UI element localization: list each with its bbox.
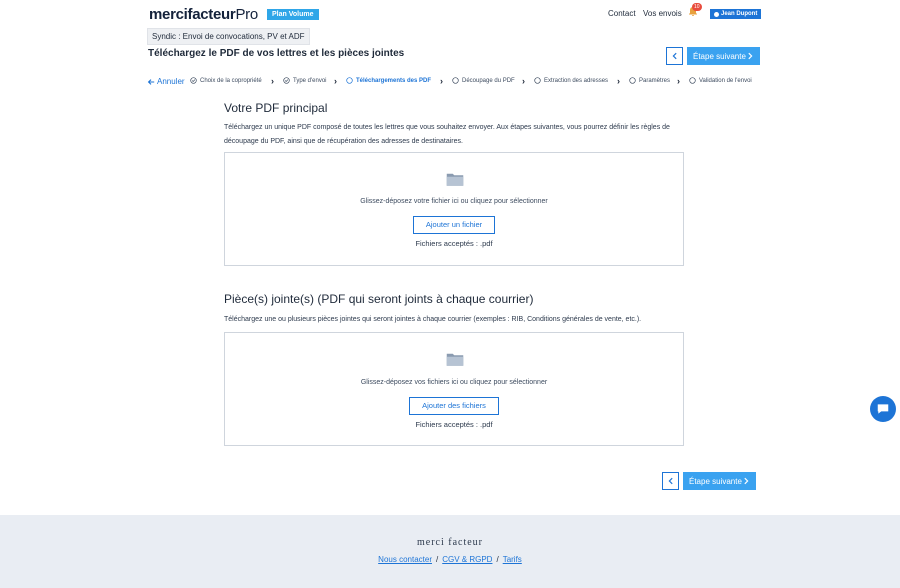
circle-icon — [534, 77, 541, 84]
previous-step-button-bottom[interactable] — [662, 472, 679, 490]
footer-logo[interactable]: merci facteur — [0, 537, 900, 548]
logo-suffix: Pro — [235, 6, 258, 23]
step-chevron-icon: › — [677, 76, 680, 86]
attachments-title: Pièce(s) jointe(s) (PDF qui seront joint… — [224, 292, 534, 306]
chevron-left-icon — [668, 477, 673, 485]
step-label: Choix de la copropriété — [200, 77, 262, 84]
main-pdf-title: Votre PDF principal — [224, 101, 328, 115]
circle-icon — [629, 77, 636, 84]
main-pdf-dropzone[interactable]: Glissez-déposez votre fichier ici ou cli… — [224, 152, 684, 266]
step-chevron-icon: › — [440, 76, 443, 86]
step-1[interactable]: Choix de la copropriété — [190, 77, 262, 84]
user-menu[interactable]: Jean Dupont — [710, 9, 762, 19]
next-step-button-bottom[interactable]: Étape suivante — [683, 472, 756, 490]
chat-bubble-icon — [877, 404, 889, 414]
circle-icon — [452, 77, 459, 84]
step-chevron-icon: › — [271, 76, 274, 86]
arrow-left-icon — [147, 78, 155, 85]
chevron-right-icon — [744, 477, 749, 485]
circle-icon — [346, 77, 353, 84]
check-circle-icon — [190, 77, 197, 84]
footer-contact-link[interactable]: Nous contacter — [378, 555, 432, 564]
step-label: Extraction des adresses — [544, 77, 609, 84]
check-circle-icon — [283, 77, 290, 84]
cancel-link[interactable]: Annuler — [147, 77, 185, 86]
step-label: Validation de l'envoi — [699, 77, 752, 84]
step-label: Type d'envoi — [293, 77, 327, 84]
footer-separator: / — [435, 555, 439, 564]
folder-icon — [446, 173, 464, 186]
circle-icon — [689, 77, 696, 84]
add-file-button[interactable]: Ajouter un fichier — [413, 216, 495, 234]
main-pdf-drop-text: Glissez-déposez votre fichier ici ou cli… — [360, 198, 548, 205]
step-5[interactable]: Extraction des adresses — [534, 77, 608, 84]
attachments-drop-text: Glissez-déposez vos fichiers ici ou cliq… — [360, 379, 548, 386]
footer-cgv-link[interactable]: CGV & RGPD — [442, 555, 492, 564]
notification-count: 10 — [692, 3, 702, 11]
logo[interactable]: mercifacteurPro — [149, 6, 258, 23]
attachments-dropzone[interactable]: Glissez-déposez vos fichiers ici ou cliq… — [224, 332, 684, 446]
cancel-label: Annuler — [157, 77, 185, 86]
attachments-accepted-types: Fichiers acceptés : .pdf — [415, 420, 493, 429]
user-icon — [714, 11, 719, 17]
step-3[interactable]: Téléchargements des PDF — [346, 77, 431, 84]
logo-main: mercifacteur — [149, 6, 236, 23]
main-pdf-description: Téléchargez un unique PDF composé de tou… — [224, 124, 670, 145]
folder-icon — [446, 353, 464, 366]
user-name: Jean Dupont — [721, 11, 758, 17]
step-label: Paramètres — [639, 77, 671, 84]
next-step-label: Étape suivante — [689, 476, 742, 486]
step-chevron-icon: › — [617, 76, 620, 86]
my-mailings-link[interactable]: Vos envois — [643, 9, 682, 18]
chat-button[interactable] — [870, 396, 896, 422]
footer-separator: / — [496, 555, 499, 564]
attachments-description: Téléchargez une ou plusieurs pièces join… — [224, 316, 642, 323]
chevron-right-icon — [748, 52, 753, 60]
add-files-button[interactable]: Ajouter des fichiers — [409, 397, 499, 415]
contact-link[interactable]: Contact — [608, 9, 636, 18]
step-7[interactable]: Validation de l'envoi — [689, 77, 752, 84]
footer-links: Nous contacter / CGV & RGPD / Tarifs — [0, 555, 900, 564]
next-step-button-top[interactable]: Étape suivante — [687, 47, 760, 65]
plan-badge: Plan Volume — [267, 9, 319, 20]
mode-chip: Syndic : Envoi de convocations, PV et AD… — [147, 28, 310, 45]
step-chevron-icon: › — [522, 76, 525, 86]
step-2[interactable]: Type d'envoi — [283, 77, 327, 84]
page-title: Téléchargez le PDF de vos lettres et les… — [148, 48, 405, 59]
footer-pricing-link[interactable]: Tarifs — [503, 555, 522, 564]
step-label: Téléchargements des PDF — [356, 77, 432, 84]
next-step-label: Étape suivante — [693, 51, 746, 61]
step-chevron-icon: › — [334, 76, 337, 86]
footer — [0, 515, 900, 588]
main-pdf-accepted-types: Fichiers acceptés : .pdf — [415, 239, 493, 248]
step-6[interactable]: Paramètres — [629, 77, 670, 84]
step-4[interactable]: Découpage du PDF — [452, 77, 515, 84]
previous-step-button-top[interactable] — [666, 47, 683, 65]
step-label: Découpage du PDF — [462, 77, 515, 84]
chevron-left-icon — [672, 52, 677, 60]
